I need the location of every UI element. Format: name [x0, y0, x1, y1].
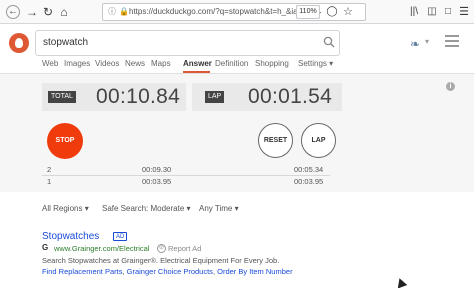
- twitter-icon[interactable]: ❧: [410, 37, 420, 51]
- lap-button[interactable]: LAP: [301, 123, 336, 158]
- search-filters: All Regions ▾ Safe Search: Moderate ▾ An…: [0, 204, 474, 218]
- sitelink[interactable]: Find Replacement Parts: [42, 267, 122, 276]
- mouse-cursor-icon: [394, 276, 408, 288]
- reload-icon[interactable]: ↻: [40, 4, 56, 20]
- lap-split-time: 00:05.34: [294, 165, 324, 174]
- tab-web[interactable]: Web: [42, 59, 58, 68]
- lap-divider: [42, 175, 330, 176]
- lap-row: 2 00:09.30 00:05.34: [0, 165, 474, 175]
- sitelink-separator: ,: [122, 267, 125, 276]
- lap-split-time: 00:03.95: [294, 177, 324, 186]
- report-ad-link[interactable]: Report Ad: [168, 244, 201, 253]
- forward-arrow-icon[interactable]: →: [24, 4, 40, 20]
- ad-badge: AD: [113, 232, 128, 241]
- hamburger-menu-icon[interactable]: ☰: [456, 4, 472, 20]
- report-icon[interactable]: ⊘: [157, 244, 166, 253]
- total-counter: TOTAL 00:10.84: [42, 83, 186, 111]
- search-icon[interactable]: [323, 36, 335, 48]
- lap-counter: LAP 00:01.54: [192, 83, 342, 111]
- tab-maps[interactable]: Maps: [151, 59, 171, 68]
- url-text[interactable]: https://duckduckgo.com/?q=stopwatch&t=h_…: [129, 4, 307, 20]
- ad-url-row: G www.Grainger.com/Electrical ⊘ Report A…: [42, 244, 342, 254]
- search-tabs: Web Images Videos News Maps Answer Defin…: [0, 57, 474, 73]
- browser-toolbar: ← → ↻ ⌂ ⓘ 🔒 https://duckduckgo.com/?q=st…: [0, 0, 474, 24]
- menu-icon[interactable]: [445, 35, 459, 47]
- lock-icon: 🔒: [119, 7, 129, 16]
- lap-total-time: 00:03.95: [142, 177, 172, 186]
- lap-time: 00:01.54: [248, 85, 333, 108]
- ad-url[interactable]: www.Grainger.com/Electrical: [54, 244, 149, 253]
- library-icon[interactable]: ||\: [406, 4, 422, 20]
- ad-sitelinks: Find Replacement Parts, Grainger Choice …: [42, 267, 293, 276]
- tab-definition[interactable]: Definition: [215, 59, 248, 68]
- tab-answer[interactable]: Answer: [183, 59, 212, 68]
- info-icon[interactable]: ⓘ: [107, 7, 117, 17]
- total-time: 00:10.84: [96, 85, 181, 108]
- info-icon[interactable]: i: [446, 82, 455, 91]
- reset-button[interactable]: RESET: [258, 123, 293, 158]
- lap-label: LAP: [205, 91, 225, 103]
- back-arrow-icon[interactable]: ←: [6, 5, 20, 19]
- tab-news[interactable]: News: [125, 59, 145, 68]
- tab-videos[interactable]: Videos: [95, 59, 119, 68]
- duckduckgo-logo-icon[interactable]: [9, 33, 29, 53]
- grainger-favicon-icon: G: [42, 243, 49, 252]
- tab-shopping[interactable]: Shopping: [255, 59, 289, 68]
- chevron-down-icon[interactable]: ▾: [425, 37, 429, 46]
- tab-settings[interactable]: Settings ▾: [298, 59, 333, 68]
- search-query[interactable]: stopwatch: [43, 37, 88, 48]
- safe-search-filter[interactable]: Safe Search: Moderate ▾: [102, 204, 191, 213]
- lap-total-time: 00:09.30: [142, 165, 172, 174]
- pocket-icon[interactable]: ◯: [324, 4, 340, 20]
- sitelink[interactable]: Grainger Choice Products: [127, 267, 213, 276]
- lap-number: 2: [47, 165, 52, 174]
- ad-description: Search Stopwatches at Grainger®. Electri…: [42, 256, 280, 265]
- home-icon[interactable]: ⌂: [56, 4, 72, 20]
- sitelink-separator: ,: [212, 267, 216, 276]
- tab-images[interactable]: Images: [64, 59, 90, 68]
- time-filter[interactable]: Any Time ▾: [199, 204, 239, 213]
- bookmark-star-icon[interactable]: ☆: [340, 4, 356, 20]
- stop-button[interactable]: STOP: [47, 123, 83, 159]
- extension-icon[interactable]: □: [440, 4, 456, 20]
- region-filter[interactable]: All Regions ▾: [42, 204, 89, 213]
- total-label: TOTAL: [48, 91, 76, 103]
- ad-title-link[interactable]: Stopwatches: [42, 231, 99, 242]
- sitelink[interactable]: Order By Item Number: [217, 267, 292, 276]
- lap-number: 1: [47, 177, 52, 186]
- sidebar-icon[interactable]: ◫: [424, 4, 440, 20]
- lap-row: 1 00:03.95 00:03.95: [0, 177, 474, 187]
- search-input[interactable]: stopwatch: [35, 30, 340, 56]
- zoom-indicator[interactable]: 110%: [296, 5, 320, 19]
